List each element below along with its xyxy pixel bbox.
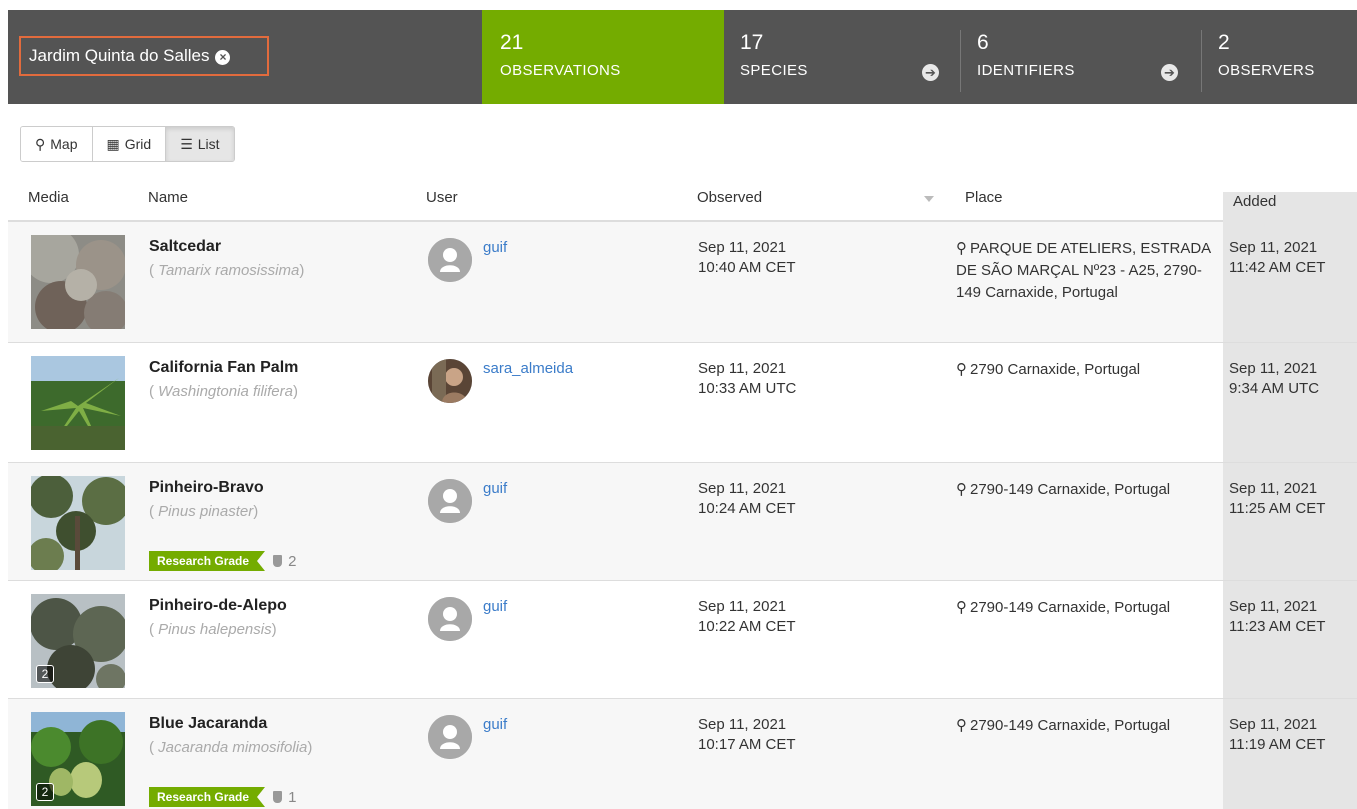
close-circle-icon[interactable]: × [215,50,231,65]
identification-icon [273,791,283,803]
research-grade-badge: Research Grade [149,551,266,571]
research-grade-badge: Research Grade [149,787,266,807]
table-row[interactable]: Saltcedar ( Tamarix ramosissima) guif Se… [8,222,1357,343]
species-label: SPECIES [740,62,808,79]
scientific-name: ( Pinus halepensis) [149,621,277,638]
place-filter-label: Jardim Quinta do Salles [29,46,210,65]
identification-icon [273,555,283,567]
tab-identifiers[interactable]: 6 IDENTIFIERS ➔ [961,10,1201,104]
map-marker-icon: ⚲ [956,361,967,378]
observed-datetime: Sep 11, 2021 10:33 AM UTC [698,360,797,397]
table-row[interactable]: California Fan Palm ( Washingtonia filif… [8,343,1357,463]
observations-count: 21 [500,31,524,54]
table-row[interactable]: 2 Blue Jacaranda ( Jacaranda mimosifolia… [8,699,1357,809]
list-view-button[interactable]: ☰ List [166,127,234,161]
place-text: ⚲ 2790-149 Carnaxide, Portugal [956,597,1226,619]
avatar[interactable] [428,238,472,282]
user-link[interactable]: sara_almeida [483,360,573,377]
observation-photo[interactable] [31,476,125,570]
place-text: ⚲ PARQUE DE ATELIERS, ESTRADA DE SÃO MARÇ… [956,240,1211,301]
stats-bar: Jardim Quinta do Salles × 21 OBSERVATIONS… [8,10,1357,104]
added-datetime: Sep 11, 2021 11:19 AM CET [1229,716,1326,753]
scientific-name: ( Tamarix ramosissima) [149,262,305,279]
place-text: ⚲ 2790 Carnaxide, Portugal [956,359,1226,381]
user-link[interactable]: guif [483,480,507,497]
col-place[interactable]: Place [965,176,1003,220]
identifiers-label: IDENTIFIERS [977,62,1075,79]
scientific-name: ( Pinus pinaster) [149,503,259,520]
identifiers-count: 6 [977,31,989,54]
grid-view-button[interactable]: ▦ Grid [92,127,167,161]
col-media: Media [28,189,69,206]
avatar[interactable] [428,715,472,759]
map-marker-icon: ⚲ [956,481,967,498]
col-observed[interactable]: Observed [697,176,762,220]
common-name[interactable]: California Fan Palm [149,359,298,377]
observed-datetime: Sep 11, 2021 10:40 AM CET [698,239,796,276]
table-header: Media Name User Observed Place Added [8,176,1357,236]
species-count: 17 [740,31,764,54]
observers-count: 2 [1218,31,1230,54]
added-datetime: Sep 11, 2021 11:23 AM CET [1229,598,1326,635]
photo-count-badge: 2 [36,665,54,683]
list-icon: ☰ [180,136,193,152]
table-row[interactable]: 2 Pinheiro-de-Alepo ( Pinus halepensis) … [8,581,1357,699]
map-marker-icon: ⚲ [956,717,967,734]
common-name[interactable]: Blue Jacaranda [149,715,267,733]
arrow-right-icon[interactable]: ➔ [922,64,939,81]
scientific-name: ( Jacaranda mimosifolia) [149,739,313,756]
tab-species[interactable]: 17 SPECIES ➔ [724,10,960,104]
observation-photo[interactable]: 2 [31,594,125,688]
quality-grade: Research Grade 1 [149,787,296,807]
scientific-name: ( Washingtonia filifera) [149,383,298,400]
arrow-right-icon[interactable]: ➔ [1161,64,1178,81]
observations-label: OBSERVATIONS [500,62,621,79]
observed-datetime: Sep 11, 2021 10:17 AM CET [698,716,796,753]
common-name[interactable]: Pinheiro-de-Alepo [149,597,287,615]
quality-grade: Research Grade 2 [149,551,296,571]
col-name[interactable]: Name [148,176,188,220]
place-text: ⚲ 2790-149 Carnaxide, Portugal [956,715,1226,737]
sort-desc-icon[interactable] [924,196,934,202]
added-datetime: Sep 11, 2021 11:42 AM CET [1229,239,1326,276]
col-user[interactable]: User [426,176,458,220]
place-filter-pill[interactable]: Jardim Quinta do Salles × [19,36,269,76]
avatar[interactable] [428,359,472,403]
common-name[interactable]: Saltcedar [149,238,221,256]
tab-observers[interactable]: 2 OBSERVERS [1202,10,1357,104]
observers-label: OBSERVERS [1218,62,1315,79]
view-toggle-group: ⚲ Map ▦ Grid ☰ List [20,126,235,162]
photo-count-badge: 2 [36,783,54,801]
grid-icon: ▦ [106,136,120,152]
observation-photo[interactable]: 2 [31,712,125,806]
observed-datetime: Sep 11, 2021 10:24 AM CET [698,480,796,517]
user-link[interactable]: guif [483,598,507,615]
table-row[interactable]: Pinheiro-Bravo ( Pinus pinaster) Researc… [8,463,1357,581]
observed-datetime: Sep 11, 2021 10:22 AM CET [698,598,796,635]
map-marker-icon: ⚲ [956,240,967,257]
added-datetime: Sep 11, 2021 9:34 AM UTC [1229,360,1320,397]
identification-count: 1 [273,789,296,806]
avatar[interactable] [428,479,472,523]
common-name[interactable]: Pinheiro-Bravo [149,479,264,497]
place-text: ⚲ 2790-149 Carnaxide, Portugal [956,479,1226,501]
map-pin-icon: ⚲ [35,136,46,152]
observations-table: Media Name User Observed Place Added Sal… [8,176,1357,809]
user-link[interactable]: guif [483,239,507,256]
added-datetime: Sep 11, 2021 11:25 AM CET [1229,480,1326,517]
avatar[interactable] [428,597,472,641]
tab-observations[interactable]: 21 OBSERVATIONS [482,10,724,104]
map-marker-icon: ⚲ [956,599,967,616]
user-link[interactable]: guif [483,716,507,733]
identification-count: 2 [273,553,296,570]
map-view-button[interactable]: ⚲ Map [21,127,93,161]
observation-photo[interactable] [31,356,125,450]
observation-photo[interactable] [31,235,125,329]
